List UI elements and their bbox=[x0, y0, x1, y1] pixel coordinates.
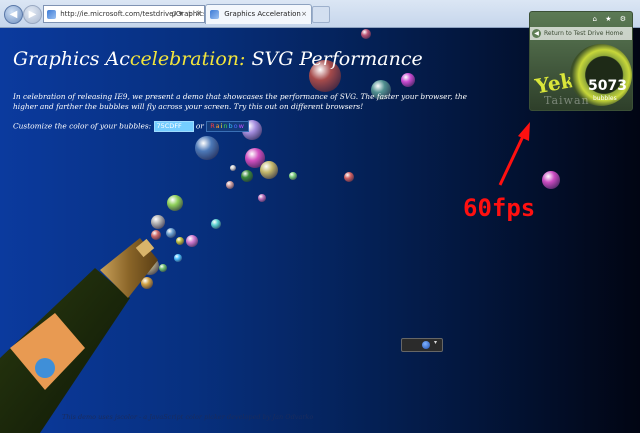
annotation-arrow-icon bbox=[498, 122, 530, 186]
fps-annotation: 60fps bbox=[463, 194, 536, 222]
